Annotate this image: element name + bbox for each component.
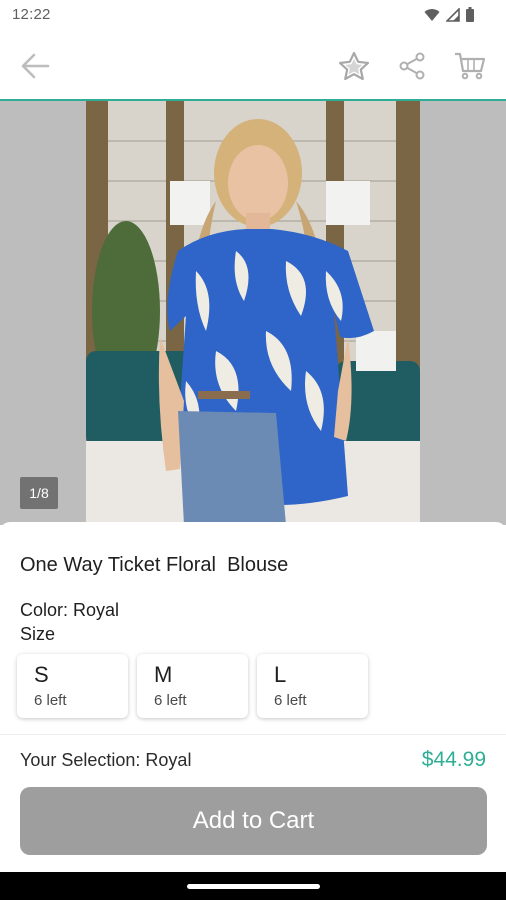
battery-icon <box>466 7 474 22</box>
selection-summary: Your Selection: Royal <box>20 750 192 770</box>
color-label: Color: Royal <box>20 600 120 620</box>
size-stock: 6 left <box>274 692 307 709</box>
star-icon <box>338 51 370 81</box>
system-navigation-bar <box>0 872 506 900</box>
size-letter: L <box>274 662 287 687</box>
size-label: Size <box>20 624 56 644</box>
size-stock: 6 left <box>154 692 187 709</box>
product-photo[interactable] <box>86 101 420 525</box>
back-arrow-icon <box>21 53 50 79</box>
status-bar: 12:22 <box>0 0 506 32</box>
size-option-l[interactable]: L 6 left <box>257 654 368 718</box>
favorite-button[interactable] <box>334 46 374 86</box>
home-gesture-handle[interactable] <box>187 884 320 889</box>
size-option-m[interactable]: M 6 left <box>137 654 248 718</box>
cart-icon <box>455 52 486 80</box>
cart-button[interactable] <box>450 46 490 86</box>
product-image-gallery[interactable]: 1/8 <box>0 101 506 525</box>
status-time: 12:22 <box>12 6 51 23</box>
share-button[interactable] <box>392 46 432 86</box>
size-stock: 6 left <box>34 692 67 709</box>
size-options: S 6 left M 6 left L 6 left <box>17 654 368 718</box>
size-letter: S <box>34 662 49 687</box>
image-counter: 1/8 <box>20 477 58 509</box>
selection-divider <box>0 734 506 735</box>
add-to-cart-button[interactable]: Add to Cart <box>20 787 487 855</box>
size-letter: M <box>154 662 173 687</box>
size-option-s[interactable]: S 6 left <box>17 654 128 718</box>
product-photo-illustration <box>86 101 420 525</box>
back-button[interactable] <box>15 46 55 86</box>
product-price: $44.99 <box>421 748 486 771</box>
wifi-icon <box>424 8 440 21</box>
app-bar <box>0 32 506 99</box>
product-details-sheet: One Way Ticket Floral Blouse Color: Roya… <box>0 522 506 872</box>
signal-icon <box>446 7 460 22</box>
product-title: One Way Ticket Floral Blouse <box>20 554 289 576</box>
status-icons <box>424 7 474 22</box>
share-icon <box>399 52 425 80</box>
